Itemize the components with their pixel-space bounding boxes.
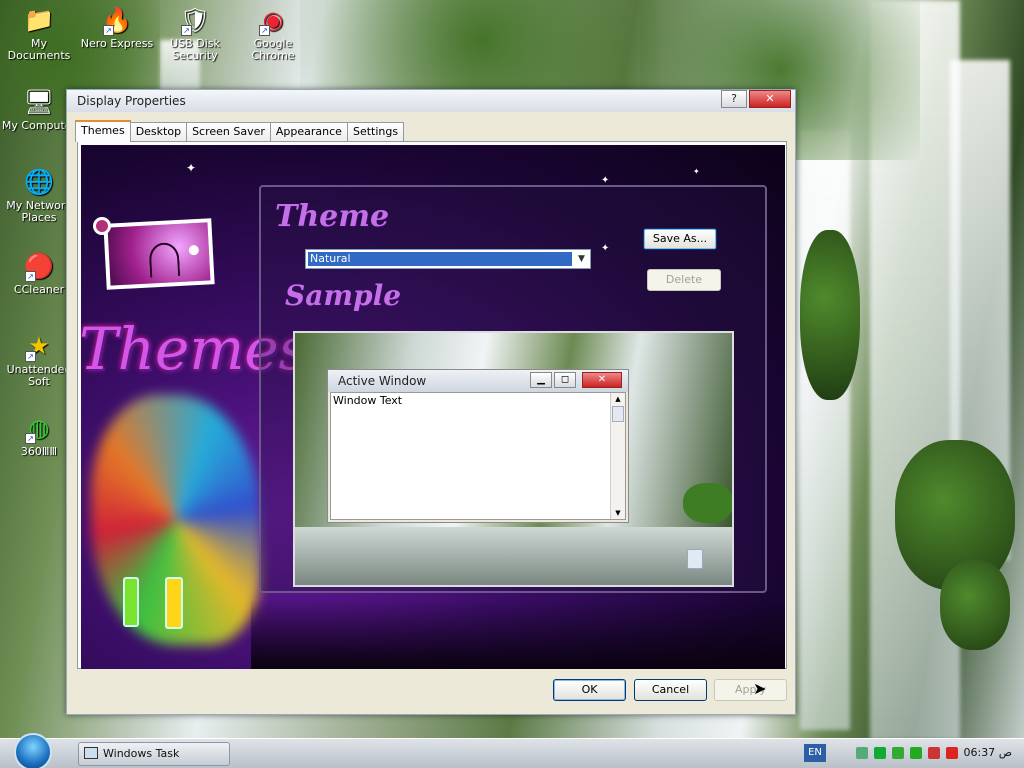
360-icon: ◍ ↗ xyxy=(23,412,55,444)
display-properties-dialog: Display Properties ? ✕ Themes Desktop Sc… xyxy=(66,89,796,715)
sample-active-window: Active Window ▁ ◻ ✕ Window Text ▲ ▼ xyxy=(327,369,629,523)
ccleaner-icon: 🔴 ↗ xyxy=(24,252,54,282)
star-icon: ★ ↗ xyxy=(23,330,55,362)
tab-screen-saver[interactable]: Screen Saver xyxy=(186,122,271,141)
sample-heading: Sample xyxy=(285,279,402,312)
mouse-cursor-icon: ➤ xyxy=(753,679,767,698)
tab-strip: Themes Desktop Screen Saver Appearance S… xyxy=(75,120,405,142)
moon-decoration xyxy=(188,244,200,256)
ok-button[interactable]: OK xyxy=(553,679,626,701)
close-button[interactable]: ✕ xyxy=(749,90,791,108)
restore-icon: ◻ xyxy=(554,372,576,388)
recycle-bin-icon xyxy=(687,549,703,569)
tab-themes[interactable]: Themes xyxy=(75,120,131,142)
chrome-icon: ◉ ↗ xyxy=(257,4,289,36)
shortcut-arrow-icon: ↗ xyxy=(181,25,192,36)
shield-tray-icon[interactable] xyxy=(946,747,958,759)
desktop-icon-nero-express[interactable]: 🔥 ↗ Nero Express xyxy=(78,4,156,50)
clock[interactable]: 06:37 ص xyxy=(963,746,1012,759)
scroll-up-icon: ▲ xyxy=(615,395,621,403)
theme-heading: Theme xyxy=(275,199,390,234)
scroll-thumb xyxy=(612,406,624,422)
folder-icon: 📁 xyxy=(24,6,54,34)
shortcut-arrow-icon: ↗ xyxy=(25,271,36,282)
desktop-icon-label: USB Disk Security xyxy=(170,37,220,62)
desktop-icon-my-documents[interactable]: 📁 My Documents xyxy=(0,4,78,62)
shortcut-arrow-icon: ↗ xyxy=(259,25,270,36)
desktop-icon-label: Nero Express xyxy=(80,37,154,50)
desktop-icon-label: My Documents xyxy=(7,37,71,62)
apply-button[interactable]: Apply xyxy=(714,679,787,701)
chevron-down-icon[interactable]: ▼ xyxy=(573,250,590,268)
photo-frame-decoration xyxy=(103,218,215,290)
bottle-decoration xyxy=(123,577,139,627)
shortcut-arrow-icon: ↗ xyxy=(25,433,36,444)
tree-silhouette xyxy=(148,241,181,278)
task-manager-icon xyxy=(84,747,98,759)
sample-window-body: Window Text ▲ ▼ xyxy=(330,392,626,520)
tab-desktop[interactable]: Desktop xyxy=(129,122,188,141)
taskbar-item-task-manager[interactable]: Windows Task Manager xyxy=(78,742,230,766)
shortcut-arrow-icon: ↗ xyxy=(25,351,36,362)
taskbar: Windows Task Manager EN 06:37 ص xyxy=(0,733,1024,768)
themes-artwork: ✦ ✦ ✦ Themes Theme Natural ▼ ✦ Sample Ac… xyxy=(81,145,785,669)
sparkle-decoration: ✦ xyxy=(186,161,197,175)
security-tray-icon[interactable] xyxy=(910,747,922,759)
bottle-decoration xyxy=(165,577,183,629)
dialog-title: Display Properties xyxy=(77,94,186,108)
network-tray-icon[interactable] xyxy=(856,747,868,759)
theme-select[interactable]: Natural ▼ xyxy=(305,249,591,269)
shield-icon: 🛡 ↗ xyxy=(179,6,211,36)
minimize-icon: ▁ xyxy=(530,372,552,388)
cancel-button[interactable]: Cancel xyxy=(634,679,707,701)
save-as-button[interactable]: Save As... xyxy=(643,228,717,250)
taskbar-item-label: Windows Task Manager xyxy=(103,747,180,760)
desktop-icon-label: Google Chrome xyxy=(251,37,295,62)
ring-decoration xyxy=(93,217,111,235)
ccleaner-tray-icon[interactable] xyxy=(928,747,940,759)
start-button[interactable] xyxy=(14,733,52,768)
delete-button[interactable]: Delete xyxy=(647,269,721,291)
sample-preview: Active Window ▁ ◻ ✕ Window Text ▲ ▼ xyxy=(293,331,734,587)
tab-appearance[interactable]: Appearance xyxy=(269,122,348,141)
system-tray: EN 06:37 ص xyxy=(800,742,1024,766)
themes-tab-pane: ✦ ✦ ✦ Themes Theme Natural ▼ ✦ Sample Ac… xyxy=(77,141,787,669)
dialog-titlebar[interactable]: Display Properties ? ✕ xyxy=(67,90,795,112)
close-icon: ✕ xyxy=(582,372,622,388)
sparkle-decoration: ✦ xyxy=(601,243,610,254)
green-tray-icon[interactable] xyxy=(874,747,886,759)
sample-scrollbar: ▲ ▼ xyxy=(610,393,625,519)
language-indicator[interactable]: EN xyxy=(804,744,826,762)
tab-settings[interactable]: Settings xyxy=(346,122,405,141)
preview-rocks xyxy=(295,527,732,585)
scroll-down-icon: ▼ xyxy=(615,509,621,517)
sample-window-text: Window Text xyxy=(333,394,403,407)
theme-select-value: Natural xyxy=(308,252,572,266)
preview-moss xyxy=(683,483,732,523)
computer-icon: 🖥 xyxy=(23,88,55,116)
silhouette-ground xyxy=(251,599,785,669)
nero-icon: 🔥 ↗ xyxy=(102,6,132,36)
help-button[interactable]: ? xyxy=(721,90,747,108)
sparkle-decoration: ✦ xyxy=(693,167,700,176)
shortcut-arrow-icon: ↗ xyxy=(103,25,114,36)
desktop-icon-google-chrome[interactable]: ◉ ↗ Google Chrome xyxy=(234,4,312,62)
update-tray-icon[interactable] xyxy=(892,747,904,759)
desktop-icon-usb-disk-security[interactable]: 🛡 ↗ USB Disk Security xyxy=(156,4,234,62)
network-icon: 🌐 xyxy=(24,168,54,196)
